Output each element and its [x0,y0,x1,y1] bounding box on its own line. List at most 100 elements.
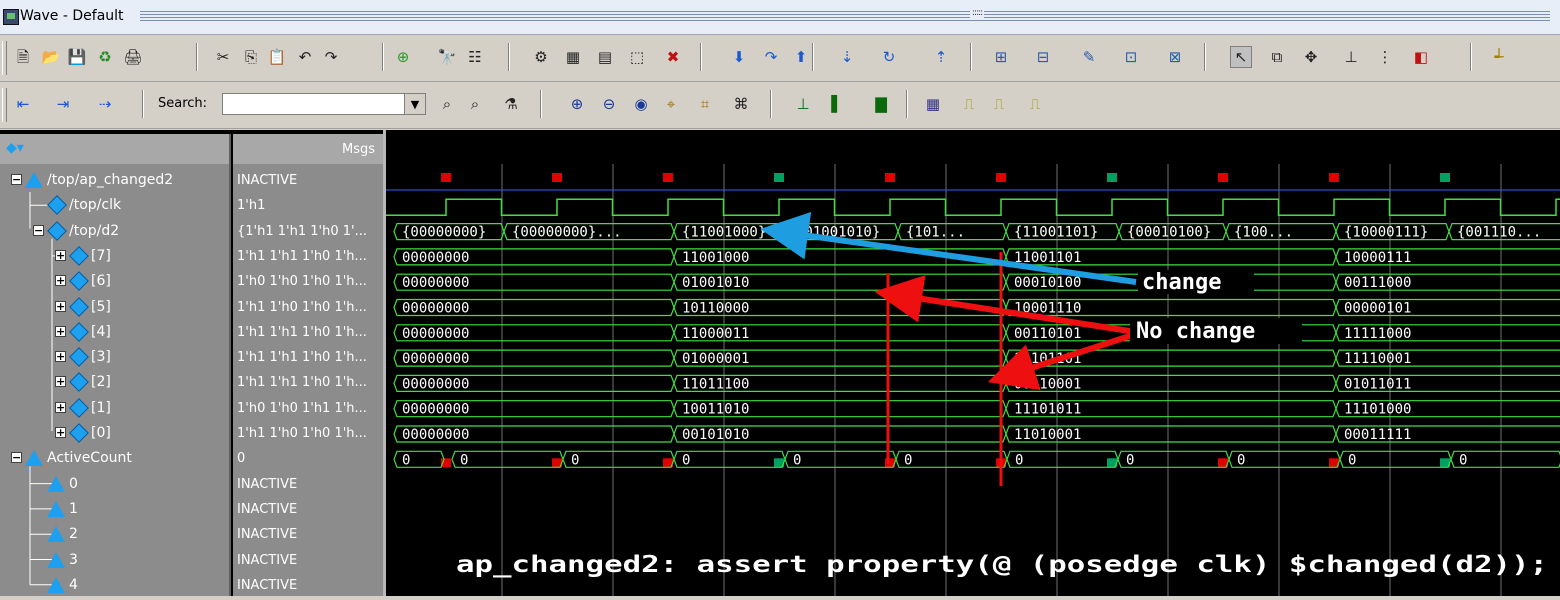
find-icon[interactable]: 🔭 [436,46,458,68]
expand-icon[interactable]: + [55,427,66,438]
wave-bar-icon[interactable]: ▌ [826,93,848,115]
wave-group-icon[interactable]: ⊡ [1120,46,1142,68]
active-count-label: 0 [904,452,912,468]
save-icon[interactable]: 💾 [66,46,88,68]
signal-row[interactable]: − ActiveCount [0,446,229,471]
step-over-icon[interactable]: ↷ [760,46,782,68]
expand-icon[interactable]: + [55,376,66,388]
signal-row[interactable]: + [7] [0,244,229,269]
search-dropdown-icon[interactable]: ▼ [404,93,426,115]
marker-icon[interactable]: ┵ [1488,46,1510,68]
signal-row[interactable]: + [0] [0,421,229,446]
wave-edge2-icon[interactable]: ⎍ [988,93,1010,115]
window-titlebar[interactable]: Wave - Default ::::: [0,0,1560,35]
expand-icon[interactable]: + [55,351,66,363]
step-icon[interactable]: ⚙ [530,46,552,68]
undo-icon[interactable]: ↶ [294,46,316,68]
signal-row[interactable]: + [1] [0,396,229,421]
expand-icon[interactable]: + [55,401,66,413]
open-icon[interactable]: 📂 [40,46,62,68]
signal-tree-icon[interactable]: ◆▾ [6,140,24,156]
signal-row[interactable]: + [2] [0,370,229,395]
grid-icon[interactable]: ⋮ [1374,46,1396,68]
break-icon[interactable]: ⬚ [626,46,648,68]
zoom-range-icon[interactable]: ⌘ [730,93,752,115]
redo-icon[interactable]: ↷ [320,46,342,68]
signal-row[interactable]: 4 [0,573,229,598]
add-icon[interactable]: ⊕ [392,46,414,68]
cursor-icon[interactable]: ⊥ [1340,46,1362,68]
prev-edge-icon[interactable]: ⇤ [12,93,34,115]
paste-icon[interactable]: 📋 [266,46,288,68]
next-edge-icon[interactable]: ⇥ [52,93,74,115]
search-filter-icon[interactable]: ⚗ [500,93,522,115]
titlebar-grip[interactable]: ::::: [970,8,985,18]
signal-row[interactable]: 2 [0,522,229,547]
cut-icon[interactable]: ✂ [212,46,234,68]
signal-row[interactable]: + [5] [0,295,229,320]
wave-grid-icon[interactable]: ▦ [922,93,944,115]
active-count-label: 0 [1015,452,1023,468]
collapse-icon[interactable]: − [11,174,22,185]
wave-add-icon[interactable]: ⊞ [990,46,1012,68]
run-icon[interactable]: ▦ [562,46,584,68]
signal-values-pane[interactable]: INACTIVE 1'h1 {1'h1 1'h1 1'h0 1'... 1'h1 1'… [233,164,383,596]
step-down-icon[interactable]: ⇣ [836,46,858,68]
expand-icon[interactable]: + [55,325,66,337]
signal-name: /top/d2 [69,222,120,239]
signal-row[interactable]: 0 [0,472,229,497]
copy-icon[interactable]: ⎘ [240,46,262,68]
signal-value: 1'h1 [237,198,266,214]
expand-icon[interactable]: + [55,249,66,261]
step-out-icon[interactable]: ⬆ [790,46,812,68]
reload-icon[interactable]: ♻ [94,46,116,68]
wave-box-icon[interactable]: ▇ [870,93,892,115]
signal-row[interactable]: − /top/ap_changed2 [0,168,229,193]
search-next-icon[interactable]: ⌕ [464,93,486,115]
wave-del-icon[interactable]: ⊟ [1032,46,1054,68]
signal-row[interactable]: − /top/d2 [0,219,229,244]
zoom-in-icon[interactable]: ⊕ [566,93,588,115]
waveform-pane[interactable]: {00000000} {00000000}... {11001000} {010010… [386,164,1560,600]
wave-literal-icon[interactable]: ⊥ [792,93,814,115]
waveform-canvas[interactable]: {00000000} {00000000}... {11001000} {010010… [386,164,1560,600]
collapse-icon[interactable]: − [33,224,44,236]
continue-icon[interactable]: ⇡ [930,46,952,68]
toolbar-grip[interactable] [2,88,7,122]
wave-edit-icon[interactable]: ✎ [1078,46,1100,68]
signal-row[interactable]: /top/clk [0,193,229,218]
search-input[interactable] [222,93,412,115]
d2-bit-7-label: 00000000 [402,250,469,266]
select-icon[interactable]: ↖ [1230,46,1252,68]
zoom-region-icon[interactable]: ⧉ [1266,46,1288,68]
wave-edge3-icon[interactable]: ⎍ [1024,93,1046,115]
signal-row[interactable]: 3 [0,548,229,573]
traffic-icon[interactable]: ◧ [1410,46,1432,68]
find-edge-icon[interactable]: ⇢ [94,93,116,115]
signal-names-pane[interactable]: −/top/ap_changed2/top/clk − /top/d2 + [7] + [6… [0,164,231,596]
signal-row[interactable]: 1 [0,497,229,522]
toolbar-grip[interactable] [2,41,7,75]
names-header[interactable]: ◆▾ [0,134,231,164]
signal-row[interactable]: + [6] [0,269,229,294]
format-icon[interactable]: ☷ [464,46,486,68]
search-prev-icon[interactable]: ⌕ [436,93,458,115]
expand-icon[interactable]: + [55,275,66,287]
wave-insert-icon[interactable]: ⊠ [1164,46,1186,68]
signal-row[interactable]: + [4] [0,320,229,345]
zoom-cursor-icon[interactable]: ⌖ [660,93,682,115]
zoom-out-icon[interactable]: ⊖ [598,93,620,115]
expand-icon[interactable]: + [55,300,66,312]
memory-icon[interactable]: ▤ [594,46,616,68]
new-icon[interactable]: 🗎 [12,46,34,68]
restart-icon[interactable]: ↻ [878,46,900,68]
wave-edge1-icon[interactable]: ⎍ [958,93,980,115]
print-icon[interactable]: 🖨 [122,46,144,68]
signal-row[interactable]: + [3] [0,345,229,370]
zoom-full-icon[interactable]: ◉ [630,93,652,115]
collapse-icon[interactable]: − [11,452,22,464]
zoom-last-icon[interactable]: ⌗ [694,93,716,115]
pan-icon[interactable]: ✥ [1300,46,1322,68]
step-into-icon[interactable]: ⬇ [728,46,750,68]
stop-icon[interactable]: ✖ [662,46,684,68]
